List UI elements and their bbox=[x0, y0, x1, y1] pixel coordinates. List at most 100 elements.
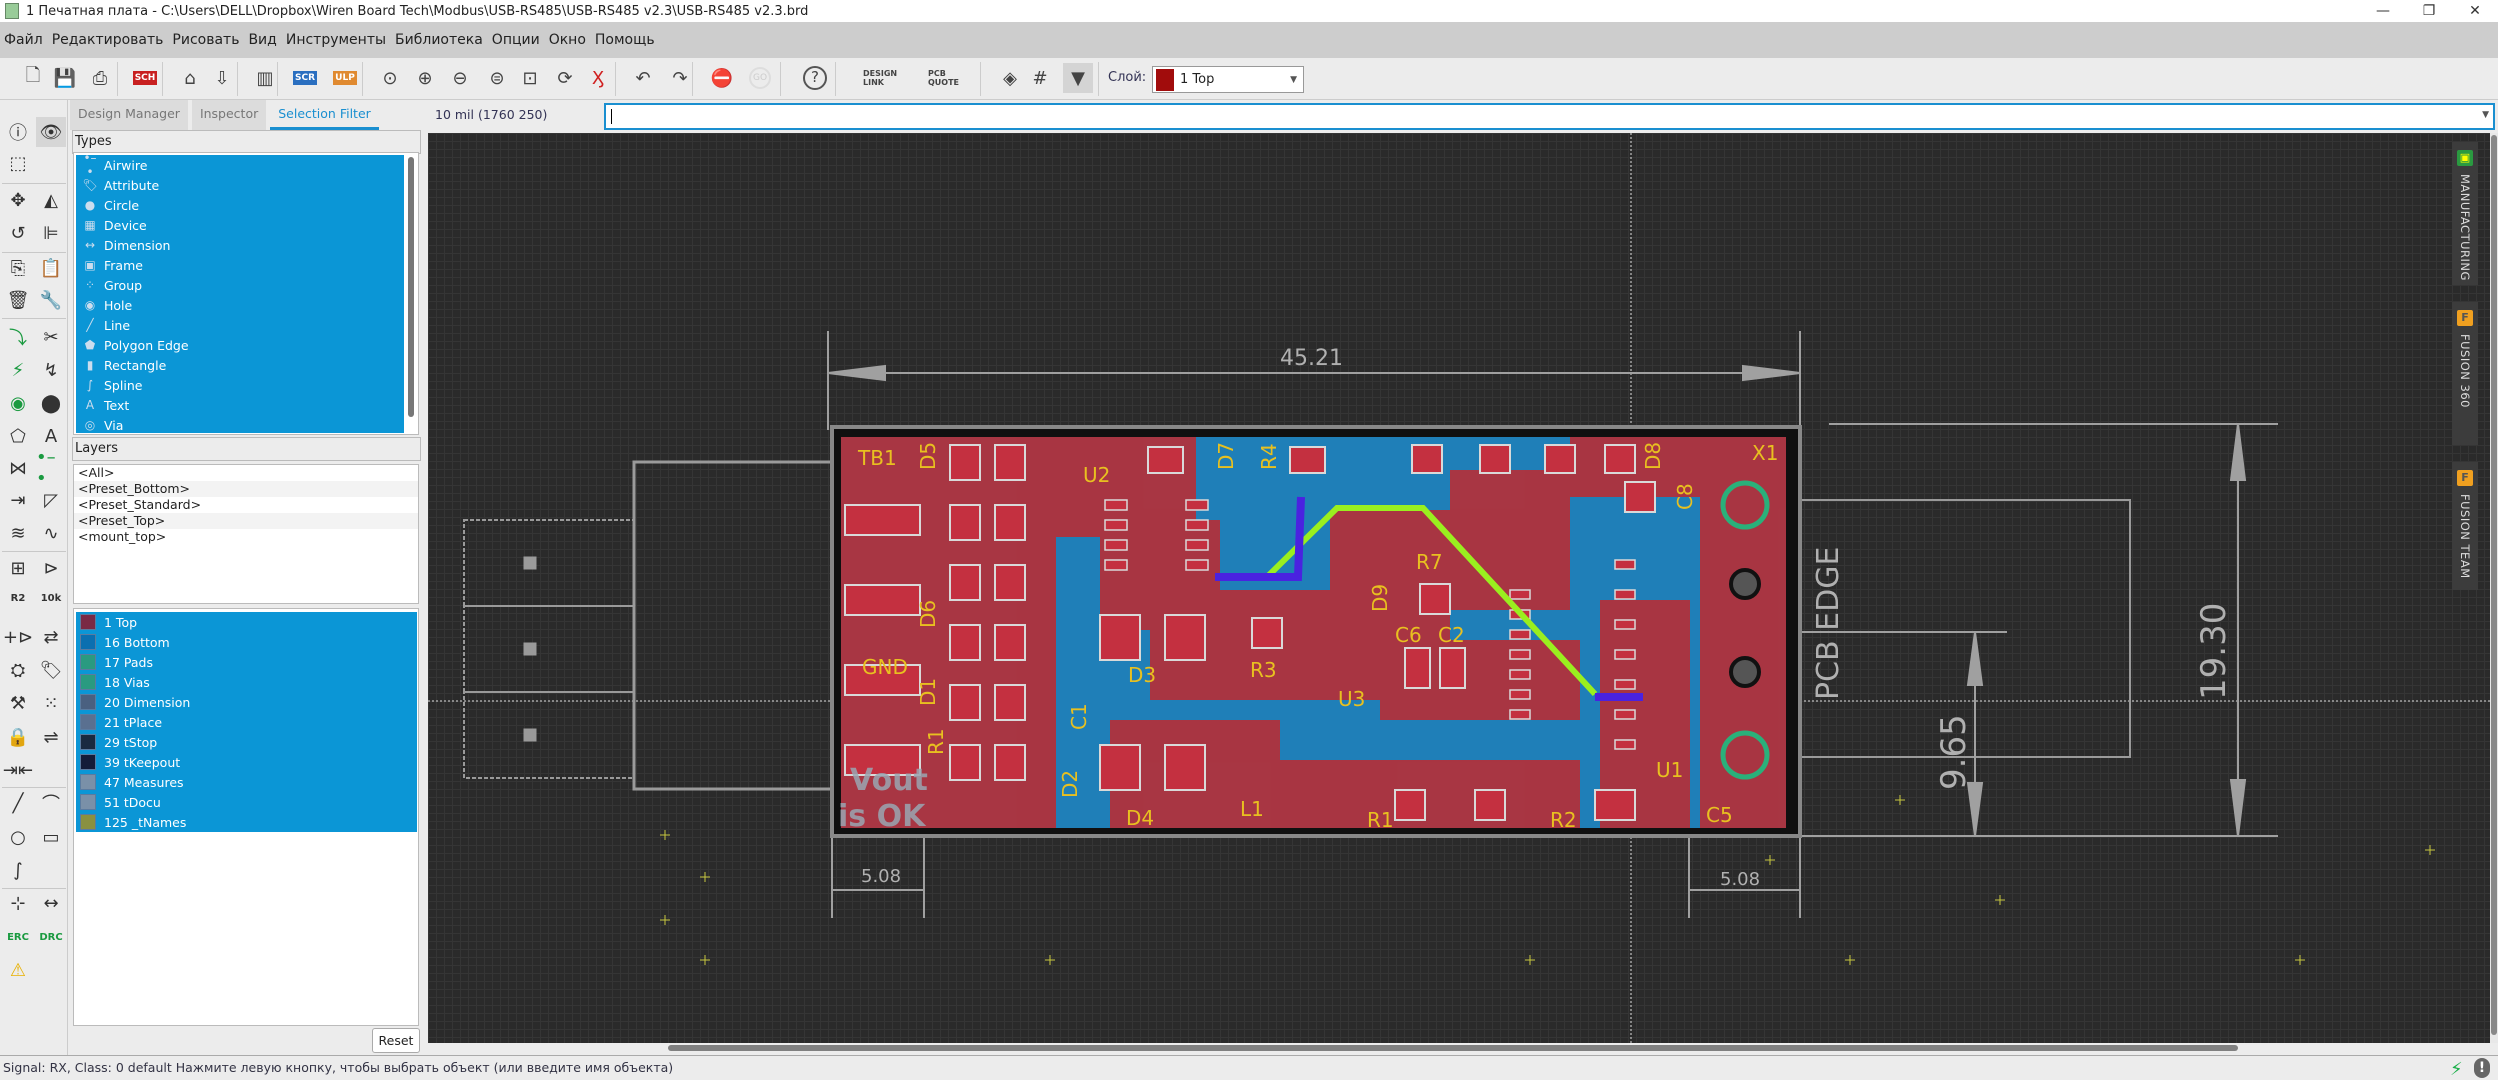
hole-tool-icon[interactable]: ⬤ bbox=[36, 388, 66, 418]
rect-tool-icon[interactable]: ▭ bbox=[36, 822, 66, 852]
go-icon[interactable]: GO bbox=[745, 63, 775, 93]
align-icon[interactable]: ⊫ bbox=[36, 218, 66, 248]
component-label-u1[interactable]: U1 bbox=[1656, 758, 1683, 782]
add-gate-icon[interactable]: ⊳ bbox=[36, 553, 66, 583]
type-item-attribute[interactable]: 🏷 Attribute bbox=[76, 175, 404, 195]
replace-icon[interactable]: ⇄ bbox=[36, 622, 66, 652]
library-icon[interactable]: ▥ bbox=[250, 63, 280, 93]
component-label-d7[interactable]: D7 bbox=[1214, 442, 1238, 470]
zoom-in-icon[interactable]: ⊕ bbox=[410, 63, 440, 93]
split-icon[interactable]: ⇥⇤ bbox=[3, 755, 33, 785]
add-part-icon[interactable]: ⊞ bbox=[3, 553, 33, 583]
type-item-via[interactable]: ◎ Via bbox=[76, 415, 404, 435]
zoom-select-icon[interactable]: ⊜ bbox=[482, 63, 512, 93]
polygon-tool-icon[interactable]: ⬠ bbox=[3, 421, 33, 451]
menu-view[interactable]: Вид bbox=[248, 32, 276, 48]
smash-icon[interactable]: ⛭ bbox=[3, 655, 33, 685]
tab-design-manager[interactable]: Design Manager bbox=[70, 100, 188, 130]
type-item-line[interactable]: ╱ Line bbox=[76, 315, 404, 335]
manufacturing-export-icon[interactable]: ⇩ bbox=[207, 63, 237, 93]
component-label-u3[interactable]: U3 bbox=[1338, 687, 1365, 711]
type-item-text[interactable]: A Text bbox=[76, 395, 404, 415]
layer-item[interactable]: 17 Pads bbox=[76, 652, 417, 672]
undo-icon[interactable]: ↶ bbox=[628, 63, 658, 93]
warning-icon[interactable]: ⚠ bbox=[3, 955, 33, 985]
signal-icon[interactable]: ⋈ bbox=[3, 453, 33, 483]
tab-selection-filter[interactable]: Selection Filter bbox=[270, 100, 379, 130]
lightning-icon[interactable]: ⚡ bbox=[2450, 1059, 2463, 1080]
lock-icon[interactable]: 🔒 bbox=[3, 722, 33, 752]
type-item-hole[interactable]: ◉ Hole bbox=[76, 295, 404, 315]
zoom-out-icon[interactable]: ⊖ bbox=[445, 63, 475, 93]
board-canvas[interactable]: 45.21 5.08 5.08 19.30 9.65 PCB EDGE TB1 … bbox=[428, 133, 2490, 1043]
component-label-x1[interactable]: X1 bbox=[1752, 441, 1778, 465]
delete-icon[interactable]: 🗑 bbox=[3, 285, 33, 315]
info-icon[interactable]: ⓘ bbox=[3, 117, 33, 147]
save-icon[interactable]: 💾 bbox=[50, 63, 80, 93]
airwire-tool-icon[interactable]: •–• bbox=[36, 447, 66, 489]
filter-icon[interactable]: ▼ bbox=[1063, 63, 1093, 93]
autorouter-icon[interactable]: ⚡ bbox=[3, 355, 33, 385]
vertical-scroll-thumb[interactable] bbox=[2491, 135, 2497, 1035]
meander-list-icon[interactable]: ≋ bbox=[3, 518, 33, 548]
meander-icon[interactable]: ∿ bbox=[36, 518, 66, 548]
component-label-c2[interactable]: C2 bbox=[1438, 623, 1465, 647]
design-link-icon[interactable]: DESIGN LINK bbox=[860, 63, 910, 93]
rotate-icon[interactable]: ↺ bbox=[3, 218, 33, 248]
type-item-spline[interactable]: ∫ Spline bbox=[76, 375, 404, 395]
group-select-icon[interactable]: ⬚ bbox=[3, 148, 33, 178]
close-button[interactable]: ✕ bbox=[2452, 0, 2498, 22]
menu-help[interactable]: Помощь bbox=[595, 32, 655, 48]
print-icon[interactable]: ⎙ bbox=[85, 63, 115, 93]
redo-icon[interactable]: ↷ bbox=[665, 63, 695, 93]
side-tab-fusion-team[interactable]: F FUSION TEAM bbox=[2452, 462, 2478, 590]
type-item-dimension[interactable]: ↔ Dimension bbox=[76, 235, 404, 255]
miter-icon[interactable]: ◸ bbox=[36, 485, 66, 515]
add-icon[interactable]: +⊳ bbox=[3, 622, 33, 652]
menu-library[interactable]: Библиотека bbox=[395, 32, 483, 48]
layer-item[interactable]: 20 Dimension bbox=[76, 692, 417, 712]
layer-item[interactable]: 29 tStop bbox=[76, 732, 417, 752]
layer-item[interactable]: 21 tPlace bbox=[76, 712, 417, 732]
type-item-circle[interactable]: ● Circle bbox=[76, 195, 404, 215]
component-label-d5[interactable]: D5 bbox=[916, 442, 940, 470]
component-label-r1[interactable]: R1 bbox=[924, 728, 948, 755]
type-item-group[interactable]: ⁘ Group bbox=[76, 275, 404, 295]
layer-preset-item[interactable]: <mount_top> bbox=[74, 529, 418, 545]
component-label-d1[interactable]: D1 bbox=[916, 678, 940, 706]
menu-window[interactable]: Окно bbox=[549, 32, 586, 48]
copy-icon[interactable]: ⎘ bbox=[3, 253, 33, 283]
new-file-icon[interactable]: 🗋 bbox=[18, 63, 48, 93]
component-label-gnd[interactable]: GND bbox=[862, 655, 908, 679]
component-label-d3[interactable]: D3 bbox=[1128, 663, 1156, 687]
component-label-r1[interactable]: R1 bbox=[1367, 808, 1394, 832]
tab-inspector[interactable]: Inspector bbox=[191, 100, 267, 130]
component-label-r4[interactable]: R4 bbox=[1257, 443, 1281, 470]
component-label-r2[interactable]: R2 bbox=[1550, 808, 1577, 832]
script-icon[interactable]: SCR bbox=[290, 63, 320, 93]
group-icon[interactable]: ⁙ bbox=[36, 688, 66, 718]
value-icon[interactable]: 10k bbox=[36, 583, 66, 613]
sch-brd-switch-icon[interactable]: SCH bbox=[130, 63, 160, 93]
wrench-icon[interactable]: 🔧 bbox=[36, 285, 66, 315]
component-label-c8[interactable]: C8 bbox=[1673, 483, 1697, 510]
layer-item[interactable]: 39 tKeepout bbox=[76, 752, 417, 772]
redraw-icon[interactable]: ⟳ bbox=[550, 63, 580, 93]
move-icon[interactable]: ✥ bbox=[3, 185, 33, 215]
ulp-icon[interactable]: ULP bbox=[330, 63, 360, 93]
reset-button[interactable]: Reset bbox=[372, 1028, 420, 1053]
command-input[interactable]: ▼ bbox=[604, 103, 2495, 130]
ripup-icon[interactable]: ✂ bbox=[36, 322, 66, 352]
line-tool-icon[interactable]: ╱ bbox=[3, 788, 33, 818]
menu-file[interactable]: Файл bbox=[4, 32, 43, 48]
swap-icon[interactable]: ⇥ bbox=[3, 485, 33, 515]
mark-icon[interactable]: ⊹ bbox=[3, 888, 33, 918]
horizontal-scroll-thumb[interactable] bbox=[668, 1045, 2238, 1051]
component-label-r3[interactable]: R3 bbox=[1250, 658, 1277, 682]
grid-icon[interactable]: # bbox=[1025, 63, 1055, 93]
circle-tool-icon[interactable]: ○ bbox=[3, 822, 33, 852]
zoom-fit-icon[interactable]: ⊙ bbox=[375, 63, 405, 93]
mirror-icon[interactable]: ◭ bbox=[36, 185, 66, 215]
layer-item[interactable]: 16 Bottom bbox=[76, 632, 417, 652]
side-tab-fusion-360[interactable]: F FUSION 360 bbox=[2452, 302, 2478, 445]
